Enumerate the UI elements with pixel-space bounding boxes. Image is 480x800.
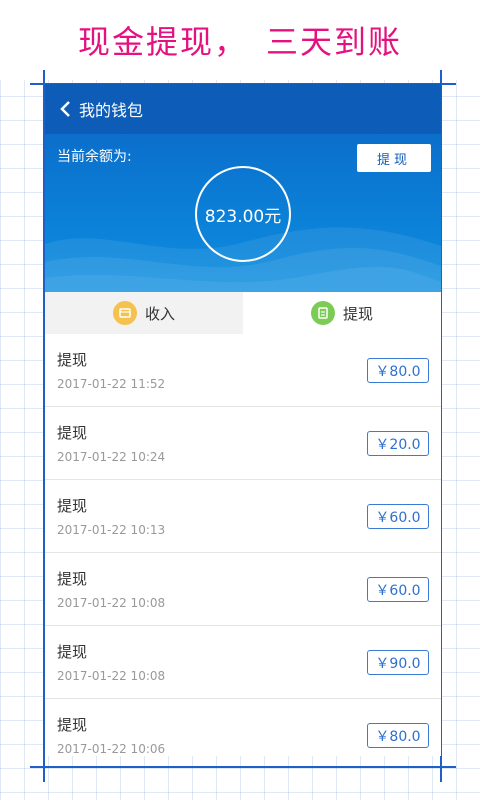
record-amount: ￥90.0 bbox=[367, 650, 429, 675]
record-title: 提现 bbox=[57, 497, 88, 515]
banner-left-text: 现金提现， bbox=[77, 23, 248, 61]
list-item[interactable]: 提现 2017-01-22 10:08 ￥90.0 bbox=[45, 626, 441, 699]
balance-amount: 823.00元 bbox=[195, 166, 291, 262]
list-item[interactable]: 提现 2017-01-22 10:06 ￥80.0 bbox=[45, 699, 441, 756]
record-title: 提现 bbox=[57, 643, 88, 661]
guide-line-bottom bbox=[30, 766, 456, 768]
record-time: 2017-01-22 10:08 bbox=[57, 596, 166, 610]
tab-income[interactable]: 收入 bbox=[45, 292, 243, 334]
phone-screen: 我的钱包 当前余额为: 提现 823.00元 收入 提现 提现 2017-01-… bbox=[45, 84, 441, 756]
record-time: 2017-01-22 10:13 bbox=[57, 523, 166, 537]
withdraw-record-list: 提现 2017-01-22 11:52 ￥80.0 提现 2017-01-22 … bbox=[45, 334, 441, 756]
record-title: 提现 bbox=[57, 570, 88, 588]
balance-label: 当前余额为: bbox=[57, 149, 132, 165]
tab-withdraw[interactable]: 提现 bbox=[243, 292, 441, 334]
wallet-header: 我的钱包 当前余额为: 提现 823.00元 bbox=[45, 84, 441, 292]
record-amount: ￥20.0 bbox=[367, 431, 429, 456]
receipt-icon bbox=[310, 301, 335, 325]
record-amount: ￥80.0 bbox=[367, 723, 429, 748]
promo-banner: 现金提现， 三天到账 bbox=[0, 0, 480, 80]
page-title: 我的钱包 bbox=[79, 101, 144, 120]
tab-bar: 收入 提现 bbox=[45, 292, 441, 334]
record-title: 提现 bbox=[57, 716, 88, 734]
record-amount: ￥80.0 bbox=[367, 358, 429, 383]
title-bar: 我的钱包 bbox=[45, 84, 441, 134]
banner-right-text: 三天到账 bbox=[266, 23, 403, 61]
wallet-icon bbox=[112, 301, 137, 325]
record-amount: ￥60.0 bbox=[367, 577, 429, 602]
list-item[interactable]: 提现 2017-01-22 10:24 ￥20.0 bbox=[45, 407, 441, 480]
list-item[interactable]: 提现 2017-01-22 11:52 ￥80.0 bbox=[45, 334, 441, 407]
record-title: 提现 bbox=[57, 351, 88, 369]
record-title: 提现 bbox=[57, 424, 88, 442]
record-time: 2017-01-22 10:24 bbox=[57, 450, 166, 464]
list-item[interactable]: 提现 2017-01-22 10:08 ￥60.0 bbox=[45, 553, 441, 626]
list-item[interactable]: 提现 2017-01-22 10:13 ￥60.0 bbox=[45, 480, 441, 553]
tab-income-label: 收入 bbox=[144, 304, 175, 323]
withdraw-button[interactable]: 提现 bbox=[357, 144, 431, 172]
record-time: 2017-01-22 10:08 bbox=[57, 669, 166, 683]
tab-withdraw-label: 提现 bbox=[342, 304, 373, 323]
record-amount: ￥60.0 bbox=[367, 504, 429, 529]
record-time: 2017-01-22 11:52 bbox=[57, 377, 166, 391]
record-time: 2017-01-22 10:06 bbox=[57, 742, 166, 756]
back-arrow-icon[interactable] bbox=[59, 101, 71, 117]
